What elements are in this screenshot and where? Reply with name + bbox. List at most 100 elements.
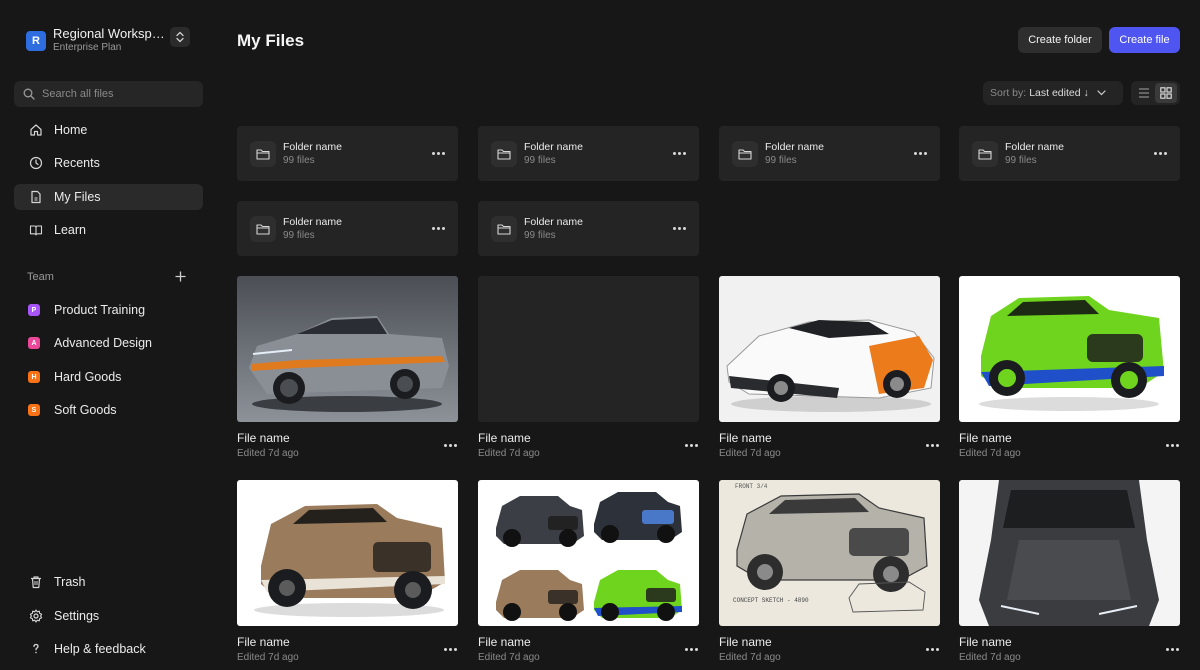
folder-card[interactable]: Folder name 99 files <box>719 126 940 181</box>
book-icon <box>28 222 44 238</box>
add-team-button[interactable] <box>173 269 187 283</box>
folder-card[interactable]: Folder name 99 files <box>959 126 1180 181</box>
plus-icon <box>175 271 185 281</box>
more-options-button[interactable] <box>430 146 446 160</box>
nav-recents-label: Recents <box>54 156 100 170</box>
nav-settings[interactable]: Settings <box>14 603 203 629</box>
file-thumbnail-empty <box>478 276 699 422</box>
sidebar: R Regional Workspace Enterprise Plan Sea… <box>0 0 217 670</box>
team-item-soft-goods[interactable]: S Soft Goods <box>14 397 203 423</box>
question-icon <box>28 641 44 657</box>
more-options-button[interactable] <box>442 438 458 452</box>
folder-name: Folder name <box>524 141 583 153</box>
folder-count: 99 files <box>283 230 315 241</box>
file-card[interactable]: File name Edited 7d ago <box>478 480 699 670</box>
folder-name: Folder name <box>283 141 342 153</box>
more-options-button[interactable] <box>1152 146 1168 160</box>
folder-icon <box>250 141 276 167</box>
more-icon <box>1165 647 1179 651</box>
workspace-switch-button[interactable] <box>170 27 190 47</box>
team-item-label: Soft Goods <box>54 403 117 417</box>
folder-card[interactable]: Folder name 99 files <box>478 201 699 256</box>
create-folder-button[interactable]: Create folder <box>1018 27 1102 53</box>
file-name: File name <box>959 635 1012 649</box>
more-icon <box>925 443 939 447</box>
file-card[interactable]: File name Edited 7d ago <box>959 480 1180 670</box>
file-card[interactable]: File name Edited 7d ago <box>478 276 699 466</box>
workspace-switcher[interactable]: R Regional Workspace Enterprise Plan <box>26 26 165 55</box>
folder-count: 99 files <box>1005 155 1037 166</box>
gear-icon <box>28 608 44 624</box>
team-item-advanced-design[interactable]: A Advanced Design <box>14 330 203 356</box>
team-item-hard-goods[interactable]: H Hard Goods <box>14 364 203 390</box>
file-thumbnail-pickup-truck <box>237 276 458 422</box>
trash-icon <box>28 574 44 590</box>
team-item-product-training[interactable]: P Product Training <box>14 297 203 323</box>
sketch-text-front: FRONT 3/4 <box>735 483 768 490</box>
more-options-button[interactable] <box>683 438 699 452</box>
file-card[interactable]: File name Edited 7d ago <box>237 276 458 466</box>
more-options-button[interactable] <box>912 146 928 160</box>
file-name: File name <box>478 635 531 649</box>
file-card[interactable]: File name Edited 7d ago <box>719 276 940 466</box>
team-section-label: Team <box>27 271 54 283</box>
nav-my-files[interactable]: My Files <box>14 184 203 210</box>
folder-name: Folder name <box>1005 141 1064 153</box>
more-options-button[interactable] <box>430 221 446 235</box>
team-item-label: Product Training <box>54 303 146 317</box>
chevron-down-icon <box>1097 90 1106 96</box>
folder-card[interactable]: Folder name 99 files <box>478 126 699 181</box>
more-icon <box>1165 443 1179 447</box>
grid-icon <box>1160 87 1172 99</box>
folder-icon <box>972 141 998 167</box>
create-file-button[interactable]: Create file <box>1109 27 1180 53</box>
list-view-button[interactable] <box>1133 83 1155 103</box>
more-options-button[interactable] <box>671 146 687 160</box>
search-input[interactable]: Search all files <box>14 81 203 107</box>
page-title: My Files <box>237 31 305 50</box>
team-badge: H <box>28 371 40 383</box>
nav-home[interactable]: Home <box>14 117 203 143</box>
file-edited: Edited 7d ago <box>478 652 540 663</box>
grid-view-button[interactable] <box>1155 83 1177 103</box>
file-card[interactable]: FRONT 3/4 CONCEPT SKETCH - 4890 File nam… <box>719 480 940 670</box>
team-item-label: Hard Goods <box>54 370 122 384</box>
nav-learn[interactable]: Learn <box>14 217 203 243</box>
folder-count: 99 files <box>765 155 797 166</box>
file-edited: Edited 7d ago <box>237 652 299 663</box>
folder-count: 99 files <box>283 155 315 166</box>
folder-icon <box>491 216 517 242</box>
team-badge: P <box>28 304 40 316</box>
nav-settings-label: Settings <box>54 609 100 623</box>
more-icon <box>925 647 939 651</box>
file-name: File name <box>478 431 531 445</box>
file-card[interactable]: File name Edited 7d ago <box>959 276 1180 466</box>
more-options-button[interactable] <box>683 642 699 656</box>
nav-help[interactable]: Help & feedback <box>14 636 203 662</box>
more-options-button[interactable] <box>924 642 940 656</box>
folder-count: 99 files <box>524 230 556 241</box>
folder-icon <box>732 141 758 167</box>
more-options-button[interactable] <box>442 642 458 656</box>
workspace-name: Regional Workspace <box>53 26 165 41</box>
home-icon <box>28 122 44 138</box>
folder-card[interactable]: Folder name 99 files <box>237 201 458 256</box>
nav-my-files-label: My Files <box>54 190 101 204</box>
nav-home-label: Home <box>54 123 88 137</box>
more-options-button[interactable] <box>1164 642 1180 656</box>
sort-value: Last edited ↓ <box>1029 87 1089 99</box>
more-options-button[interactable] <box>924 438 940 452</box>
file-name: File name <box>237 431 290 445</box>
more-options-button[interactable] <box>1164 438 1180 452</box>
nav-recents[interactable]: Recents <box>14 150 203 176</box>
more-options-button[interactable] <box>671 221 687 235</box>
workspace-plan: Enterprise Plan <box>53 42 122 53</box>
workspace-avatar: R <box>26 30 46 51</box>
folder-name: Folder name <box>283 216 342 228</box>
nav-trash[interactable]: Trash <box>14 569 203 595</box>
sort-dropdown[interactable]: Sort by: Last edited ↓ <box>983 81 1123 105</box>
folder-card[interactable]: Folder name 99 files <box>237 126 458 181</box>
file-card[interactable]: File name Edited 7d ago <box>237 480 458 670</box>
folder-name: Folder name <box>524 216 583 228</box>
more-icon <box>431 151 445 155</box>
